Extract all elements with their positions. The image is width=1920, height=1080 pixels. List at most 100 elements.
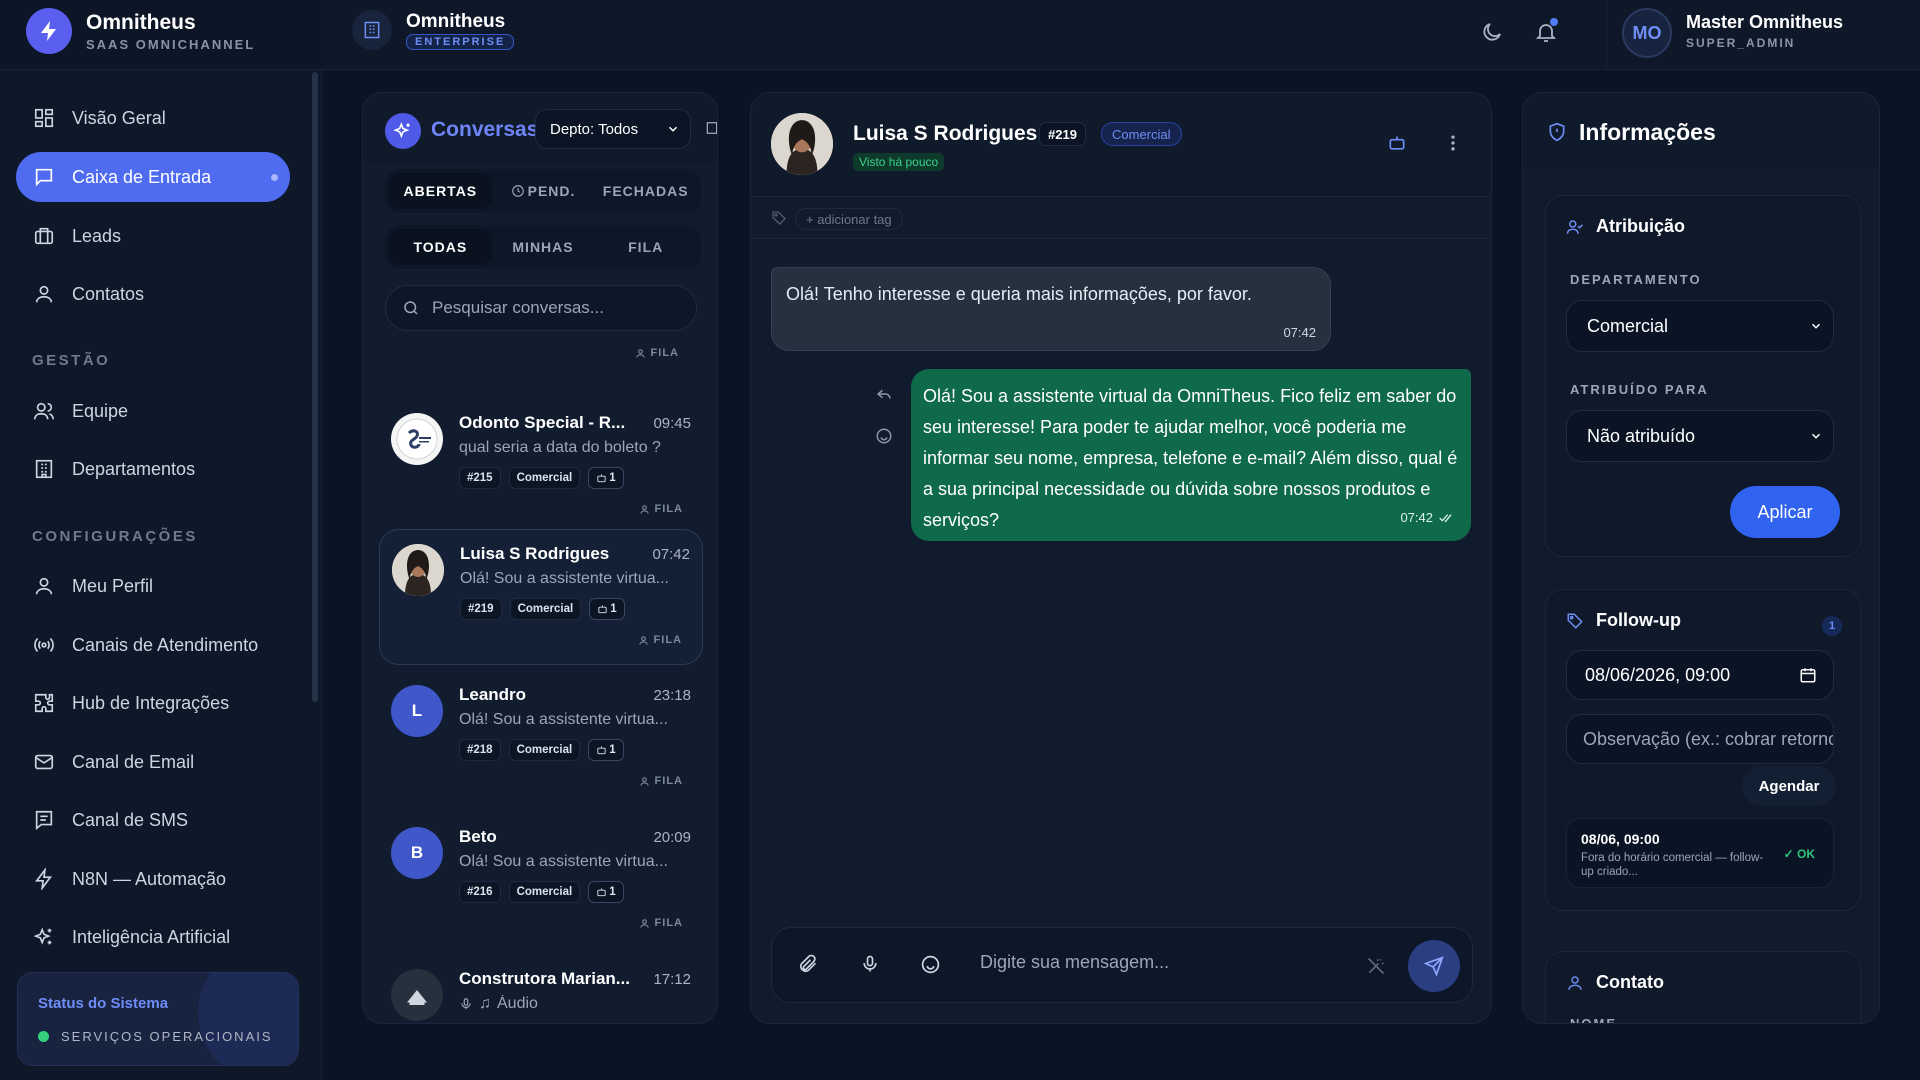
schedule-button[interactable]: Agendar [1742,766,1836,806]
sidebar-item-departamentos[interactable]: Departamentos [16,444,290,494]
bot-count: 1 [610,603,617,615]
followup-datetime-input[interactable]: 08/06/2026, 09:00 [1566,650,1834,700]
message-input[interactable]: Digite sua mensagem... [980,952,1169,973]
assignment-card: Atribuição DEPARTAMENTO Comercial ATRIBU… [1545,195,1861,557]
moon-icon[interactable] [1478,18,1506,46]
message-time-with-status: 07:42 [1400,502,1455,533]
sidebar: Omnitheus SAAS OMNICHANNEL Visão Geral C… [0,0,322,1080]
music-note-icon: ♫ [479,995,491,1012]
bot-count: 1 [609,886,616,898]
select-value: Comercial [1587,315,1669,336]
department-filter-value: Depto: Todos [550,120,639,138]
sidebar-item-ia[interactable]: Inteligência Artificial [16,912,290,962]
avatar: B [391,827,443,879]
robot-icon[interactable] [1387,133,1407,153]
user-check-icon [1566,219,1584,234]
sidebar-item-contatos[interactable]: Contatos [16,269,290,319]
apply-button[interactable]: Aplicar [1730,486,1840,538]
person-photo-icon [771,113,833,175]
shield-icon [1549,122,1565,142]
mic-icon[interactable] [860,954,880,974]
sidebar-item-canal-email[interactable]: Canal de Email [16,737,290,787]
tab-minhas[interactable]: MINHAS [492,229,595,265]
message-composer: Digite sua mensagem... [771,927,1473,1003]
assigned-label: ATRIBUÍDO PARA [1570,382,1709,397]
sidebar-item-caixa-de-entrada[interactable]: Caixa de Entrada [16,152,290,202]
card-title-text: Atribuição [1596,216,1686,236]
sidebar-item-meu-perfil[interactable]: Meu Perfil [16,561,290,611]
conversation-item[interactable]: B Beto 20:09 Olá! Sou a assistente virtu… [379,813,703,949]
sidebar-item-label: Canal de Email [72,751,195,772]
info-panel: Informações Atribuição DEPARTAMENTO Come… [1522,92,1880,1024]
bell-icon[interactable] [1532,18,1560,46]
sidebar-item-visao-geral[interactable]: Visão Geral [16,93,290,143]
divider [1606,0,1607,70]
user-name[interactable]: Master Omnitheus [1686,12,1843,33]
department-tag: Comercial [508,881,581,903]
robot-icon [597,745,606,754]
conversation-name: Odonto Special - R... [459,413,626,432]
section-configuracoes: CONFIGURAÇÕES [32,528,198,545]
tab-fila[interactable]: FILA [594,229,697,265]
sidebar-item-label: Leads [72,225,122,246]
incoming-message: Olá! Tenho interesse e queria mais infor… [771,267,1331,351]
sidebar-item-equipe[interactable]: Equipe [16,386,290,436]
department-filter-select[interactable]: Depto: Todos [535,109,691,149]
tab-todas[interactable]: TODAS [389,229,492,265]
tab-abertas[interactable]: ABERTAS [389,173,492,209]
avatar [391,969,443,1021]
emoji-icon[interactable] [875,427,893,445]
followup-note-input[interactable]: Observação (ex.: cobrar retorno) [1566,714,1834,764]
sidebar-item-hub-integracoes[interactable]: Hub de Integrações [16,678,290,728]
emoji-icon[interactable] [920,954,941,975]
sidebar-item-label: Canais de Atendimento [72,634,259,655]
reply-icon[interactable] [875,385,893,403]
department-select[interactable]: Comercial [1566,300,1834,352]
tab-fechadas[interactable]: FECHADAS [594,173,697,209]
user-icon [32,282,56,306]
sidebar-item-n8n[interactable]: N8N — Automação [16,854,290,904]
search-input[interactable]: Pesquisar conversas... [385,285,697,331]
scope-tabs: TODAS MINHAS FILA [385,225,701,269]
status-online-dot-icon [38,1031,49,1042]
add-tag-button[interactable]: + adicionar tag [795,208,903,230]
conversation-item[interactable]: Odonto Special - R... 09:45 qual seria a… [379,399,703,535]
users-icon [32,399,56,423]
bot-count: 1 [609,744,616,756]
paperclip-icon[interactable] [798,954,818,974]
sidebar-item-leads[interactable]: Leads [16,211,290,261]
send-button[interactable] [1408,940,1460,992]
avatar[interactable] [771,113,833,175]
conversation-item[interactable]: Construtora Marian... 17:12 ♫ Áudio [379,955,703,1023]
sidebar-item-canal-sms[interactable]: Canal de SMS [16,795,290,845]
robot-icon [597,473,606,482]
building-icon[interactable] [705,119,717,137]
conversation-tags: #215 Comercial 1 [459,467,624,489]
avatar[interactable]: MO [1622,8,1672,58]
assigned-select[interactable]: Não atribuído [1566,410,1834,462]
contact-card: Contato NOME [1545,951,1861,1023]
more-vertical-icon[interactable] [1443,133,1463,153]
magic-wand-off-icon[interactable] [1366,956,1386,976]
select-value: Não atribuído [1587,425,1696,446]
tag-row: + adicionar tag [751,197,1491,239]
followup-entry-date: 08/06, 09:00 [1581,831,1660,847]
status-line: SERVIÇOS OPERACIONAIS [38,1029,273,1044]
sidebar-item-canais[interactable]: Canais de Atendimento [16,620,290,670]
department-tag: Comercial [508,467,581,489]
user-icon [32,574,56,598]
conversation-item-selected[interactable]: Luisa S Rodrigues 07:42 Olá! Sou a assis… [379,529,703,665]
company-name: Omnitheus [406,11,506,32]
ticket-number: #219 [1039,122,1086,146]
conversation-item[interactable]: L Leandro 23:18 Olá! Sou a assistente vi… [379,671,703,807]
calendar-icon[interactable] [1799,666,1817,684]
sidebar-item-label: Contatos [72,283,145,304]
building-icon [352,10,392,50]
queue-text: FILA [654,917,683,929]
sms-icon [32,808,56,832]
sidebar-scrollbar[interactable] [312,72,318,702]
sidebar-item-label: N8N — Automação [72,868,227,889]
lightning-logo-icon [26,8,72,54]
double-check-icon [1439,513,1452,522]
tab-pendentes[interactable]: PEND. [492,173,595,209]
